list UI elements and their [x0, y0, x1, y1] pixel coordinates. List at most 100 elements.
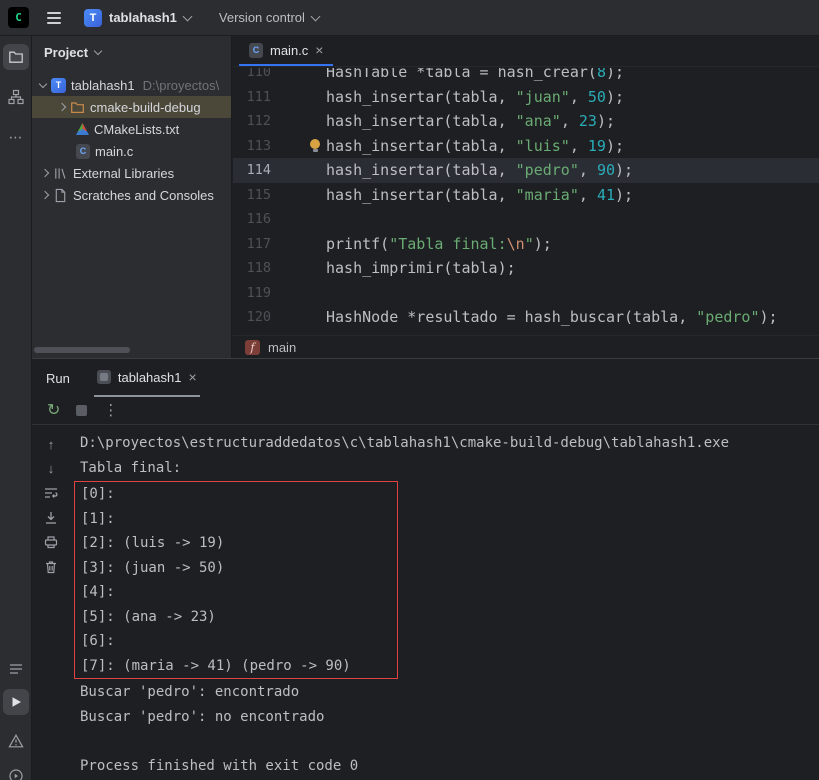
line-number[interactable]: 112 — [233, 109, 271, 134]
close-icon[interactable]: × — [315, 43, 323, 57]
more-options-icon[interactable]: ⋮ — [103, 403, 118, 418]
code-line[interactable]: 116 — [233, 207, 819, 232]
rerun-icon[interactable]: ↻ — [47, 403, 60, 419]
structure-icon — [8, 89, 24, 105]
tree-item-cmakelists[interactable]: CMakeLists.txt — [32, 118, 231, 140]
chevron-right-icon[interactable] — [41, 169, 49, 177]
cmake-icon — [76, 123, 89, 135]
tree-item-main-c[interactable]: C main.c — [32, 140, 231, 162]
stop-icon[interactable] — [76, 405, 87, 416]
line-number[interactable]: 117 — [233, 232, 271, 257]
tree-item-cmake-build-debug[interactable]: cmake-build-debug — [32, 96, 231, 118]
library-icon — [53, 166, 68, 181]
tree-item-external-libraries[interactable]: External Libraries — [32, 162, 231, 184]
chevron-right-icon[interactable] — [41, 191, 49, 199]
gutter-icon-area — [271, 134, 326, 159]
structure-tool-icon[interactable] — [3, 84, 29, 110]
chevron-down-icon — [94, 46, 102, 54]
gutter-icon-area — [271, 305, 326, 330]
project-panel-header[interactable]: Project — [32, 36, 231, 68]
code-line[interactable]: 111 hash_insertar(tabla, "juan", 50); — [233, 85, 819, 110]
tree-item-path-hint: D:\proyectos\ — [143, 78, 220, 93]
chevron-right-icon[interactable] — [58, 103, 66, 111]
project-badge: T — [84, 9, 102, 27]
line-number[interactable]: 115 — [233, 183, 271, 208]
c-file-icon: C — [249, 43, 263, 58]
code-line[interactable]: 112 hash_insertar(tabla, "ana", 23); — [233, 109, 819, 134]
code-text: hash_insertar(tabla, "ana", 23); — [326, 109, 615, 134]
intention-bulb-icon[interactable] — [310, 139, 320, 149]
code-line[interactable]: 114hash_insertar(tabla, "pedro", 90); — [233, 158, 819, 183]
clear-console-icon[interactable] — [43, 559, 59, 575]
problems-tool-icon[interactable] — [3, 728, 29, 754]
gutter-icon-area — [271, 109, 326, 134]
project-selector[interactable]: T tablahash1 — [77, 5, 198, 31]
breadcrumbs-bar: f main — [233, 335, 819, 358]
version-control-label: Version control — [219, 10, 305, 25]
run-tool-window: Run tablahash1 × ↻ ⋮ ↑ ↓ — [32, 358, 819, 780]
soft-wrap-icon[interactable] — [43, 485, 59, 501]
warning-triangle-icon — [8, 733, 24, 749]
line-number[interactable]: 113 — [233, 134, 271, 159]
chevron-down-icon[interactable] — [39, 79, 47, 87]
code-line[interactable]: 117printf("Tabla final:\n"); — [233, 232, 819, 257]
jump-up-icon[interactable]: ↑ — [43, 436, 59, 452]
more-tool-windows-icon[interactable]: ⋯ — [3, 124, 29, 150]
c-file-icon: C — [76, 144, 90, 159]
code-line[interactable]: 119 — [233, 281, 819, 306]
code-text: hash_insertar(tabla, "juan", 50); — [326, 85, 624, 110]
jump-down-icon[interactable]: ↓ — [43, 461, 59, 477]
editor-area: C main.c × 110HashTable *tabla = hash_cr… — [233, 36, 819, 358]
run-console[interactable]: D:\proyectos\estructuraddedatos\c\tablah… — [70, 426, 819, 780]
line-number[interactable]: 110 — [233, 68, 271, 85]
line-number[interactable]: 119 — [233, 281, 271, 306]
code-line[interactable]: 113hash_insertar(tabla, "luis", 19); — [233, 134, 819, 159]
line-number[interactable]: 120 — [233, 305, 271, 330]
folder-icon — [70, 100, 85, 115]
project-tool-icon[interactable] — [3, 44, 29, 70]
project-name: tablahash1 — [109, 10, 177, 25]
run-panel-body: ↑ ↓ D:\proyectos\estructuraddedatos\c\ta… — [32, 426, 819, 780]
code-line[interactable]: 110HashTable *tabla = hash_crear(8); — [233, 68, 819, 85]
line-number[interactable]: 118 — [233, 256, 271, 281]
main-menu-icon[interactable] — [43, 8, 65, 28]
code-line[interactable]: 120HashNode *resultado = hash_buscar(tab… — [233, 305, 819, 330]
chevron-down-icon — [310, 11, 320, 21]
tree-item-scratches[interactable]: Scratches and Consoles — [32, 184, 231, 206]
code-text: hash_insertar(tabla, "maria", 41); — [326, 183, 633, 208]
editor-code-lines[interactable]: 110HashTable *tabla = hash_crear(8);111 h… — [233, 68, 819, 335]
code-line[interactable]: 115 hash_insertar(tabla, "maria", 41); — [233, 183, 819, 208]
gutter-icon-area — [271, 183, 326, 208]
services-tool-icon[interactable] — [3, 763, 29, 780]
run-tab-tablahash1[interactable]: tablahash1 × — [94, 359, 200, 397]
console-line: Buscar 'pedro': no encontrado — [80, 705, 819, 730]
gutter-icon-area — [271, 85, 326, 110]
annotation-box: [0]:[1]:[2]: (luis -> 19)[3]: (juan -> 5… — [74, 481, 398, 679]
tree-item-label: main.c — [95, 144, 133, 159]
version-control-selector[interactable]: Version control — [212, 6, 326, 29]
line-number[interactable]: 114 — [233, 158, 271, 183]
console-line: [5]: (ana -> 23) — [81, 605, 397, 630]
line-number[interactable]: 116 — [233, 207, 271, 232]
tree-item-label: tablahash1 — [71, 78, 135, 93]
tab-main-c[interactable]: C main.c × — [239, 36, 333, 66]
services-icon — [8, 768, 24, 780]
run-tool-icon[interactable] — [3, 689, 29, 715]
todo-tool-icon[interactable] — [3, 656, 29, 682]
tree-item-label: CMakeLists.txt — [94, 122, 179, 137]
editor-tab-bar: C main.c × — [233, 36, 819, 67]
close-icon[interactable]: × — [188, 370, 196, 384]
code-line[interactable]: 118hash_imprimir(tabla); — [233, 256, 819, 281]
console-line: [7]: (maria -> 41) (pedro -> 90) — [81, 654, 397, 679]
breadcrumb-item[interactable]: main — [268, 340, 296, 355]
line-number[interactable]: 111 — [233, 85, 271, 110]
project-root-icon: T — [51, 78, 66, 93]
clion-logo-letter: C — [15, 11, 22, 24]
scroll-to-end-icon[interactable] — [43, 510, 59, 526]
horizontal-scrollbar[interactable] — [34, 347, 130, 353]
print-icon[interactable] — [43, 534, 59, 550]
play-icon — [8, 694, 24, 710]
console-line — [80, 729, 819, 754]
tree-item-root[interactable]: T tablahash1 D:\proyectos\ — [32, 74, 231, 96]
clion-logo-icon[interactable]: C — [8, 7, 29, 28]
